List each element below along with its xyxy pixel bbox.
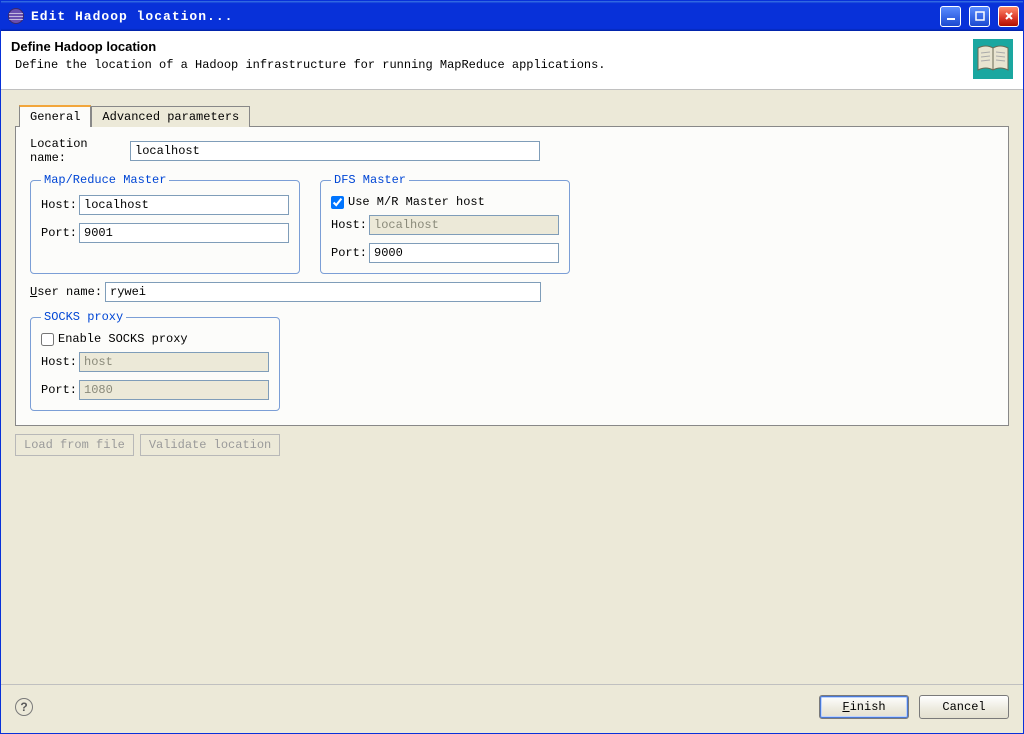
dfs-master-group: DFS Master Use M/R Master host Host: Por… [320,173,570,274]
location-name-label: Location name: [30,137,130,165]
socks-proxy-legend: SOCKS proxy [41,310,126,324]
dfs-port-input[interactable] [369,243,559,263]
dfs-master-legend: DFS Master [331,173,409,187]
title-bar[interactable]: Edit Hadoop location... [1,1,1023,31]
book-icon [973,39,1013,79]
user-name-input[interactable] [105,282,541,302]
socks-host-input [79,352,269,372]
validate-location-button: Validate location [140,434,280,456]
user-name-label: User name: [30,285,105,299]
cancel-button[interactable]: Cancel [919,695,1009,719]
tab-panel-general: Location name: Map/Reduce Master Host: P… [15,126,1009,426]
maximize-button[interactable] [969,6,990,27]
dfs-host-input [369,215,559,235]
mr-port-label: Port: [41,226,79,240]
socks-port-label: Port: [41,383,79,397]
enable-socks-checkbox[interactable] [41,333,54,346]
dialog-window: Edit Hadoop location... Define Hadoop lo… [0,0,1024,734]
socks-host-label: Host: [41,355,79,369]
mr-host-input[interactable] [79,195,289,215]
socks-port-input [79,380,269,400]
window-title: Edit Hadoop location... [31,9,932,24]
socks-proxy-group: SOCKS proxy Enable SOCKS proxy Host: Por… [30,310,280,411]
dialog-body: General Advanced parameters Location nam… [1,90,1023,684]
dfs-port-label: Port: [331,246,369,260]
close-button[interactable] [998,6,1019,27]
use-mr-master-host-checkbox[interactable] [331,196,344,209]
dialog-footer: ? Finish Cancel [1,684,1023,733]
help-icon[interactable]: ? [15,698,33,716]
tab-general[interactable]: General [19,105,91,127]
dialog-subtitle: Define the location of a Hadoop infrastr… [11,58,965,72]
dfs-host-label: Host: [331,218,369,232]
use-mr-master-host-label: Use M/R Master host [348,195,485,209]
bottom-left-buttons: Load from file Validate location [15,434,1009,456]
eclipse-icon [7,7,25,25]
mapreduce-master-legend: Map/Reduce Master [41,173,169,187]
load-from-file-button: Load from file [15,434,134,456]
minimize-button[interactable] [940,6,961,27]
location-name-input[interactable] [130,141,540,161]
dialog-header: Define Hadoop location Define the locati… [1,31,1023,90]
tab-advanced-parameters[interactable]: Advanced parameters [91,106,250,127]
enable-socks-label: Enable SOCKS proxy [58,332,188,346]
mapreduce-master-group: Map/Reduce Master Host: Port: [30,173,300,274]
dialog-title: Define Hadoop location [11,39,965,54]
tab-bar: General Advanced parameters [19,104,1009,126]
finish-button[interactable]: Finish [819,695,909,719]
mr-port-input[interactable] [79,223,289,243]
mr-host-label: Host: [41,198,79,212]
